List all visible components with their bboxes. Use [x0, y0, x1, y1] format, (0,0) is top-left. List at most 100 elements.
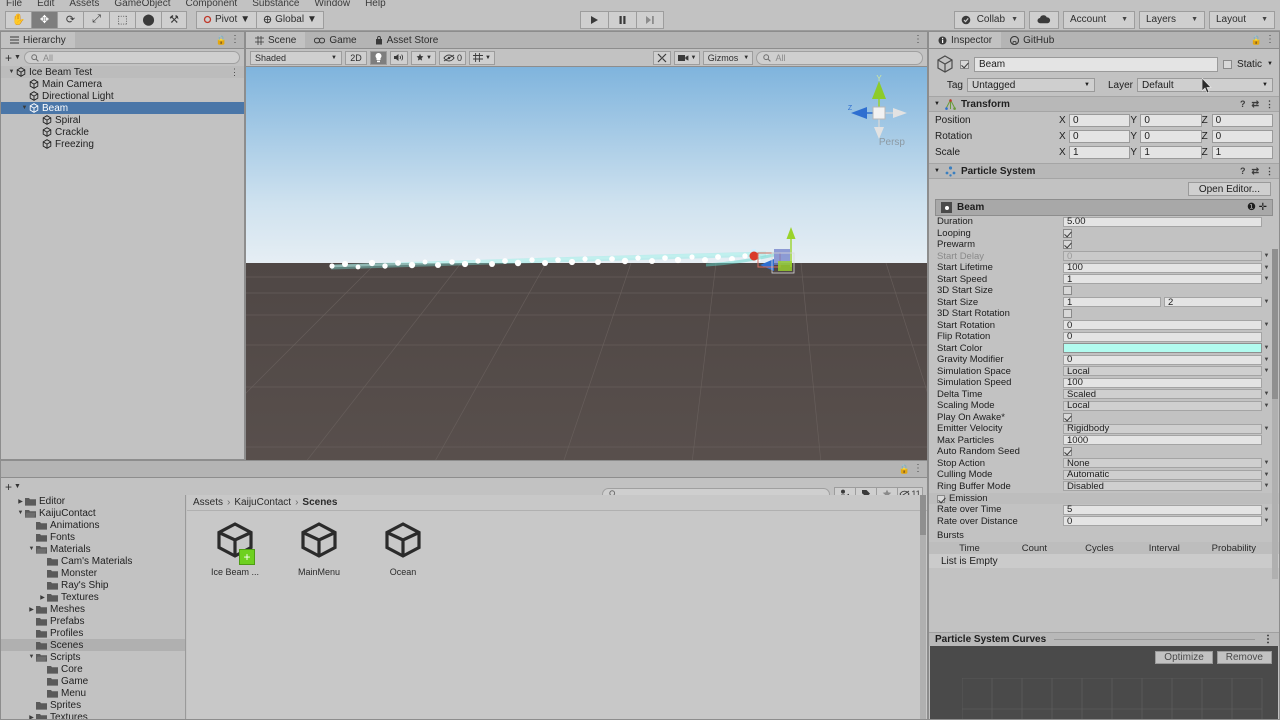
chevron-down-icon[interactable]: ▼ — [1262, 518, 1271, 524]
asset-item[interactable]: + Ice Beam ... — [205, 521, 265, 577]
custom-tool[interactable]: ⚒ — [161, 10, 187, 29]
emission-enabled-checkbox[interactable] — [937, 494, 945, 503]
scene-visibility-toggle[interactable]: 0 — [438, 50, 466, 65]
move-tool[interactable]: ✥ — [31, 10, 57, 29]
help-icon[interactable]: ? — [1240, 99, 1246, 110]
scene-context-menu-icon[interactable]: ⋮ — [230, 67, 239, 78]
menu-item-substance[interactable]: Substance — [252, 0, 299, 9]
stop-action-dropdown[interactable]: None — [1063, 458, 1262, 469]
static-checkbox[interactable] — [1223, 59, 1233, 69]
tab-game[interactable]: Game — [305, 32, 366, 48]
cloud-button[interactable] — [1029, 10, 1059, 29]
chevron-down-icon[interactable]: ▼ — [1267, 61, 1273, 67]
chevron-down-icon[interactable]: ▼ — [1262, 507, 1271, 513]
preset-icon[interactable]: ⇄ — [1251, 99, 1259, 110]
hierarchy-item-crackle[interactable]: Crackle — [1, 126, 244, 138]
transform-tool[interactable]: ⬤ — [135, 10, 161, 29]
rate-over-distance-input[interactable]: 0 — [1063, 516, 1262, 527]
scene-menu-icon[interactable]: ⋮ — [913, 35, 923, 45]
hierarchy-search-input[interactable]: All — [23, 51, 240, 64]
chevron-down-icon[interactable]: ▼ — [1262, 472, 1271, 478]
tab-hierarchy[interactable]: Hierarchy — [1, 32, 75, 48]
auto-random-seed-checkbox[interactable] — [1063, 447, 1072, 457]
chevron-down-icon[interactable]: ▼ — [1262, 299, 1271, 305]
toggle-2d-button[interactable]: 2D — [345, 50, 367, 65]
project-folder-meshes[interactable]: ▶ Meshes — [1, 603, 185, 615]
scene-audio-toggle[interactable] — [390, 50, 408, 65]
duration-input[interactable]: 5.00 — [1063, 216, 1262, 227]
expand-arrow-icon[interactable]: ▼ — [16, 510, 25, 516]
chevron-down-icon[interactable]: ▼ — [1262, 265, 1271, 271]
asset-item[interactable]: MainMenu — [289, 521, 349, 577]
3d-start-size-checkbox[interactable] — [1063, 286, 1072, 296]
warning-icon[interactable]: ❶ — [1247, 202, 1256, 213]
expand-arrow-icon[interactable]: ▶ — [16, 498, 25, 505]
collab-button[interactable]: Collab ▼ — [953, 10, 1025, 29]
lock-icon[interactable]: 🔒 — [1251, 35, 1262, 45]
chevron-down-icon[interactable]: ▼ — [1262, 483, 1271, 489]
project-folder-profiles[interactable]: Profiles — [1, 627, 185, 639]
project-folder-scripts[interactable]: ▼ Scripts — [1, 651, 185, 663]
hand-tool[interactable]: ✋ — [5, 10, 31, 29]
menu-item-assets[interactable]: Assets — [69, 0, 99, 9]
hierarchy-item-spiral[interactable]: Spiral — [1, 114, 244, 126]
expand-arrow-icon[interactable]: ▼ — [27, 546, 36, 552]
scene-search-input[interactable]: All — [756, 50, 923, 65]
scene-fx-toggle[interactable]: ▼ — [411, 50, 436, 65]
global-button[interactable]: Global ▼ — [256, 10, 324, 29]
ring-buffer-mode-dropdown[interactable]: Disabled — [1063, 481, 1262, 492]
project-folder-materials[interactable]: ▼ Materials — [1, 543, 185, 555]
simulation-space-dropdown[interactable]: Local — [1063, 366, 1262, 377]
hierarchy-item-directional-light[interactable]: Directional Light — [1, 90, 244, 102]
menu-item-gameobject[interactable]: GameObject — [114, 0, 170, 9]
preset-icon[interactable]: ⇄ — [1251, 166, 1259, 177]
transform-scale-y-input[interactable]: 1 — [1140, 145, 1202, 159]
simulation-speed-input[interactable]: 100 — [1063, 377, 1262, 388]
project-folder-textures[interactable]: ▶ Textures — [1, 591, 185, 603]
rect-tool[interactable]: ⬚ — [109, 10, 135, 29]
add-gameobject-button[interactable]: + ▼ — [5, 51, 21, 65]
chevron-down-icon[interactable]: ▼ — [1262, 322, 1271, 328]
scene-grid-toggle[interactable]: ▼ — [468, 50, 495, 65]
chevron-down-icon[interactable]: ▼ — [1262, 460, 1271, 466]
start-size-input-min[interactable]: 1 — [1063, 297, 1161, 308]
project-menu-icon[interactable]: ⋮ — [913, 464, 923, 474]
shading-mode-dropdown[interactable]: Shaded ▼ — [250, 50, 342, 65]
hierarchy-item-freezing[interactable]: Freezing — [1, 138, 244, 150]
transform-component-header[interactable]: ▼ Transform ? ⇄ ⋮ — [929, 96, 1279, 112]
menu-item-file[interactable]: File — [6, 0, 22, 9]
object-enabled-checkbox[interactable] — [960, 59, 969, 69]
culling-mode-dropdown[interactable]: Automatic — [1063, 469, 1262, 480]
expand-arrow-icon[interactable]: ▶ — [27, 714, 36, 720]
chevron-down-icon[interactable]: ▼ — [1262, 253, 1271, 259]
add-module-icon[interactable]: ✛ — [1259, 202, 1267, 213]
transform-rotation-x-input[interactable]: 0 — [1069, 129, 1131, 143]
play-on-awake-checkbox[interactable] — [1063, 412, 1072, 422]
project-folder-editor[interactable]: ▶ Editor — [1, 495, 185, 507]
project-folder-kaijucontact[interactable]: ▼ KaijuContact — [1, 507, 185, 519]
breadcrumb-item[interactable]: KaijuContact — [234, 497, 291, 508]
transform-position-z-input[interactable]: 0 — [1211, 113, 1273, 127]
hierarchy-item-main-camera[interactable]: Main Camera — [1, 78, 244, 90]
curves-graph[interactable]: Optimize Remove — [930, 646, 1278, 719]
pivot-button[interactable]: Pivot ▼ — [196, 10, 257, 29]
projection-mode-label[interactable]: Persp — [879, 137, 905, 148]
start-size-input-max[interactable]: 2 — [1164, 297, 1262, 308]
scene-tools-button[interactable] — [653, 50, 672, 65]
tab-inspector[interactable]: Inspector — [929, 32, 1002, 48]
tab-scene[interactable]: Scene — [246, 32, 306, 48]
remove-button[interactable]: Remove — [1216, 651, 1272, 664]
component-menu-icon[interactable]: ⋮ — [1265, 166, 1274, 177]
project-folder-monster[interactable]: Monster — [1, 567, 185, 579]
start-speed-input[interactable]: 1 — [1063, 274, 1262, 285]
project-folder-sprites[interactable]: Sprites — [1, 699, 185, 711]
play-button[interactable] — [580, 10, 608, 29]
transform-position-y-input[interactable]: 0 — [1140, 113, 1202, 127]
step-button[interactable] — [636, 10, 664, 29]
menu-item-window[interactable]: Window — [314, 0, 350, 9]
gizmos-dropdown[interactable]: Gizmos ▼ — [703, 50, 754, 65]
max-particles-input[interactable]: 1000 — [1063, 435, 1262, 446]
project-folder-cam-s-materials[interactable]: Cam's Materials — [1, 555, 185, 567]
chevron-down-icon[interactable]: ▼ — [1262, 345, 1271, 351]
hierarchy-item-ice-beam-test[interactable]: ▼ Ice Beam Test ⋮ — [1, 66, 244, 78]
